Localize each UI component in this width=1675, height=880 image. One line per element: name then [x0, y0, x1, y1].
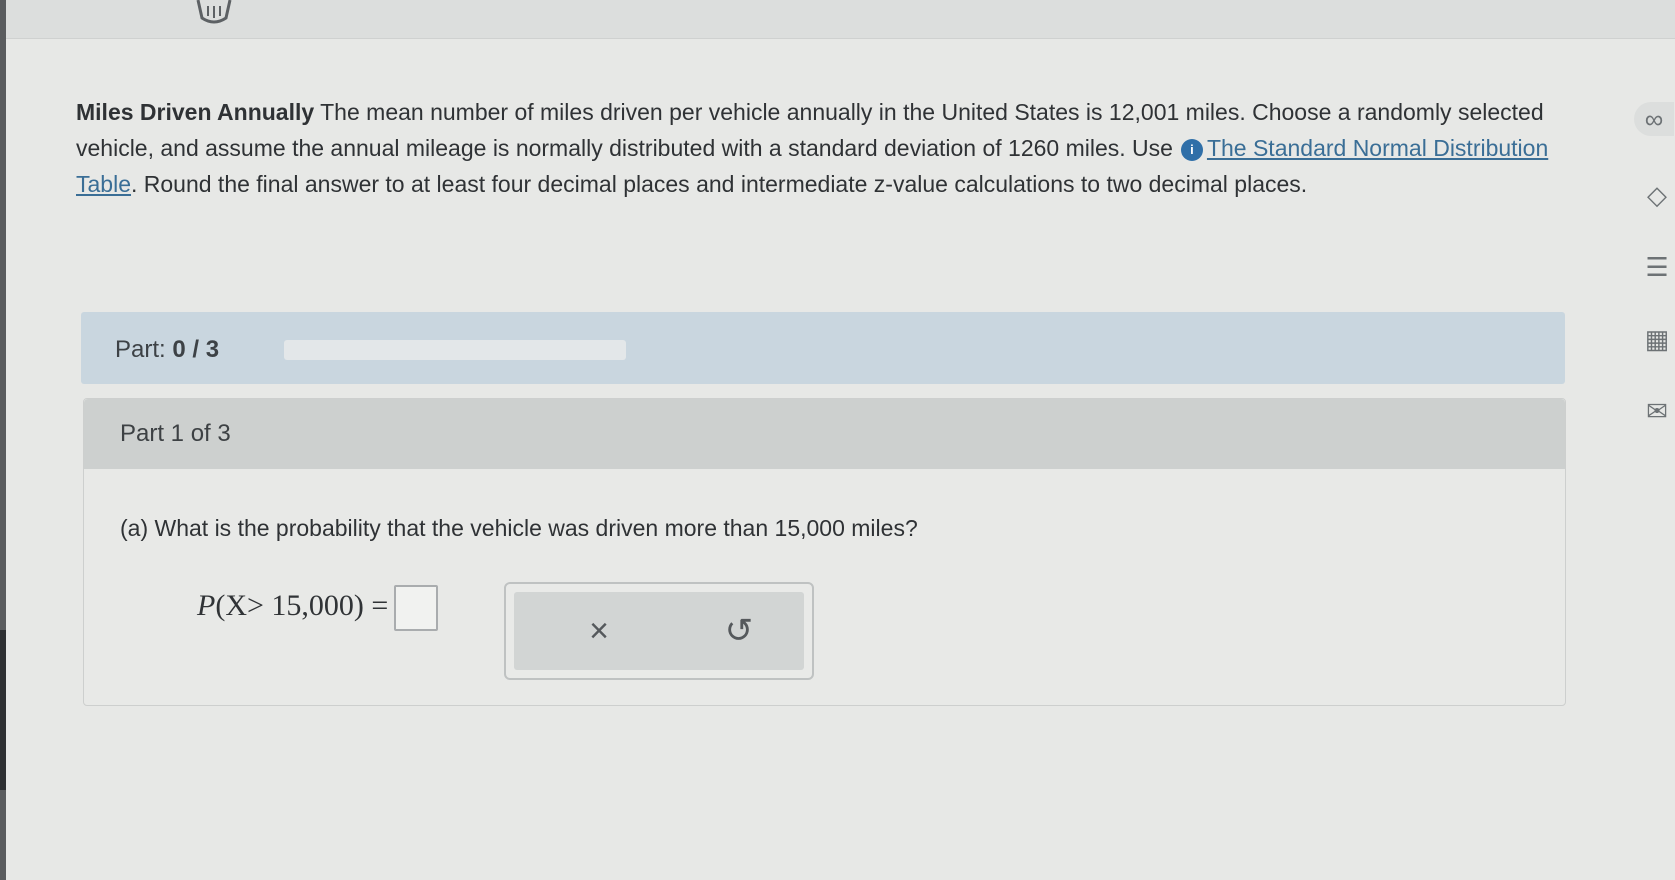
problem-title: Miles Driven Annually: [76, 99, 315, 125]
part-progress-bar: Part: 0 / 3: [81, 312, 1565, 384]
tool-panel-inner: × ↺: [514, 592, 804, 670]
notes-icon[interactable]: ☰: [1640, 250, 1674, 284]
tag-icon[interactable]: ◇: [1640, 178, 1674, 212]
left-edge: [0, 0, 6, 880]
mail-icon[interactable]: ✉: [1640, 394, 1674, 428]
info-icon[interactable]: i: [1180, 139, 1203, 161]
question-text: (a) What is the probability that the veh…: [120, 515, 918, 541]
part-label-text: Part:: [115, 336, 166, 363]
hand-pointer-icon[interactable]: [194, 0, 234, 28]
part-progress-label: Part: 0 / 3: [115, 336, 219, 364]
side-toolbar: ∞ ◇ ☰ ▦ ✉: [1626, 100, 1675, 500]
scrollbar[interactable]: [0, 630, 6, 790]
part-card: Part 1 of 3 (a) What is the probability …: [83, 398, 1566, 706]
undo-button[interactable]: ↺: [714, 606, 764, 656]
problem-text-2: . Round the final answer to at least fou…: [130, 171, 1308, 197]
infinity-icon[interactable]: ∞: [1634, 102, 1674, 136]
answer-tools: × ↺: [504, 582, 814, 680]
formula-p: P: [197, 588, 216, 622]
formula-expression: (X> 15,000) =: [215, 588, 389, 622]
probability-formula: P(X> 15,000) =: [197, 585, 439, 631]
top-toolbar: [6, 0, 1675, 39]
answer-input[interactable]: [394, 585, 439, 631]
part-count: 0 / 3: [172, 336, 220, 363]
problem-statement: Miles Driven Annually The mean number of…: [76, 94, 1576, 202]
calculator-icon[interactable]: ▦: [1640, 322, 1674, 356]
part-header: Part 1 of 3: [84, 399, 1565, 469]
progress-track: [284, 340, 626, 360]
clear-button[interactable]: ×: [574, 606, 624, 656]
